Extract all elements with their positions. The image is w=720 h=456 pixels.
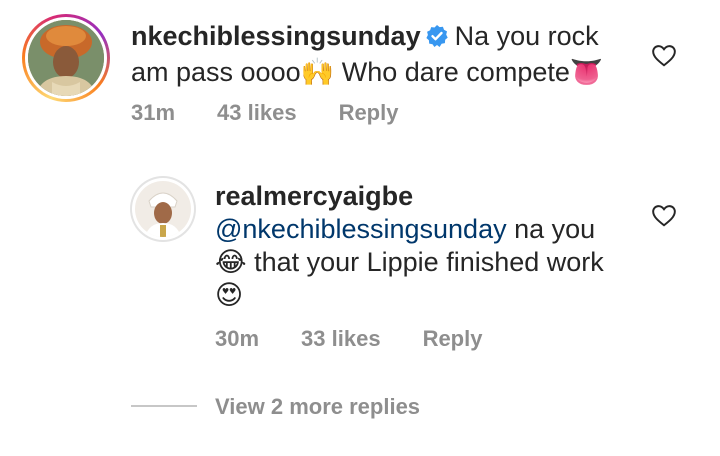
comment-meta: 31m 43 likes Reply xyxy=(131,100,398,126)
comment-body: nkechiblessingsunday Na you rock am pass … xyxy=(131,20,651,89)
reply-likes[interactable]: 33 likes xyxy=(301,326,381,352)
heart-outline-icon[interactable] xyxy=(651,203,677,232)
more-replies-divider xyxy=(131,405,197,407)
comment-timestamp: 31m xyxy=(131,100,176,125)
commenter-username[interactable]: nkechiblessingsunday xyxy=(131,21,421,51)
reply-timestamp: 30m xyxy=(215,326,260,351)
reply-reply-button[interactable]: Reply xyxy=(423,326,483,352)
reply-body: realmercyaigbe @nkechiblessingsunday na … xyxy=(215,180,655,312)
comment-likes[interactable]: 43 likes xyxy=(217,100,297,126)
commenter-avatar[interactable] xyxy=(22,14,110,102)
reply-text-line1: na you xyxy=(514,214,596,244)
replier-username[interactable]: realmercyaigbe xyxy=(215,181,413,211)
laughing-tears-emoji-icon: 😂 xyxy=(215,247,247,278)
raising-hands-emoji-icon: 🙌 xyxy=(300,57,335,88)
reply-meta: 30m 33 likes Reply xyxy=(215,326,482,352)
comment-reply-button[interactable]: Reply xyxy=(339,100,399,126)
tongue-emoji-icon: 👅 xyxy=(569,57,604,88)
commenter-avatar-photo xyxy=(28,20,104,96)
verified-badge-icon xyxy=(425,23,449,56)
replier-avatar[interactable] xyxy=(130,176,196,242)
reply-mention-link[interactable]: @nkechiblessingsunday xyxy=(215,214,507,244)
heart-outline-icon[interactable] xyxy=(651,43,677,72)
comment-text-line1: Na you rock xyxy=(454,21,599,51)
view-more-replies-button[interactable]: View 2 more replies xyxy=(215,394,420,420)
replier-avatar-photo xyxy=(135,181,191,237)
heart-eyes-emoji-icon: 😍 xyxy=(215,280,244,311)
comment-text-line2: am pass oooo xyxy=(131,57,301,87)
comment-text-line2b: Who dare compete xyxy=(341,57,570,87)
reply-text-line2: that your Lippie finished work xyxy=(254,247,604,277)
